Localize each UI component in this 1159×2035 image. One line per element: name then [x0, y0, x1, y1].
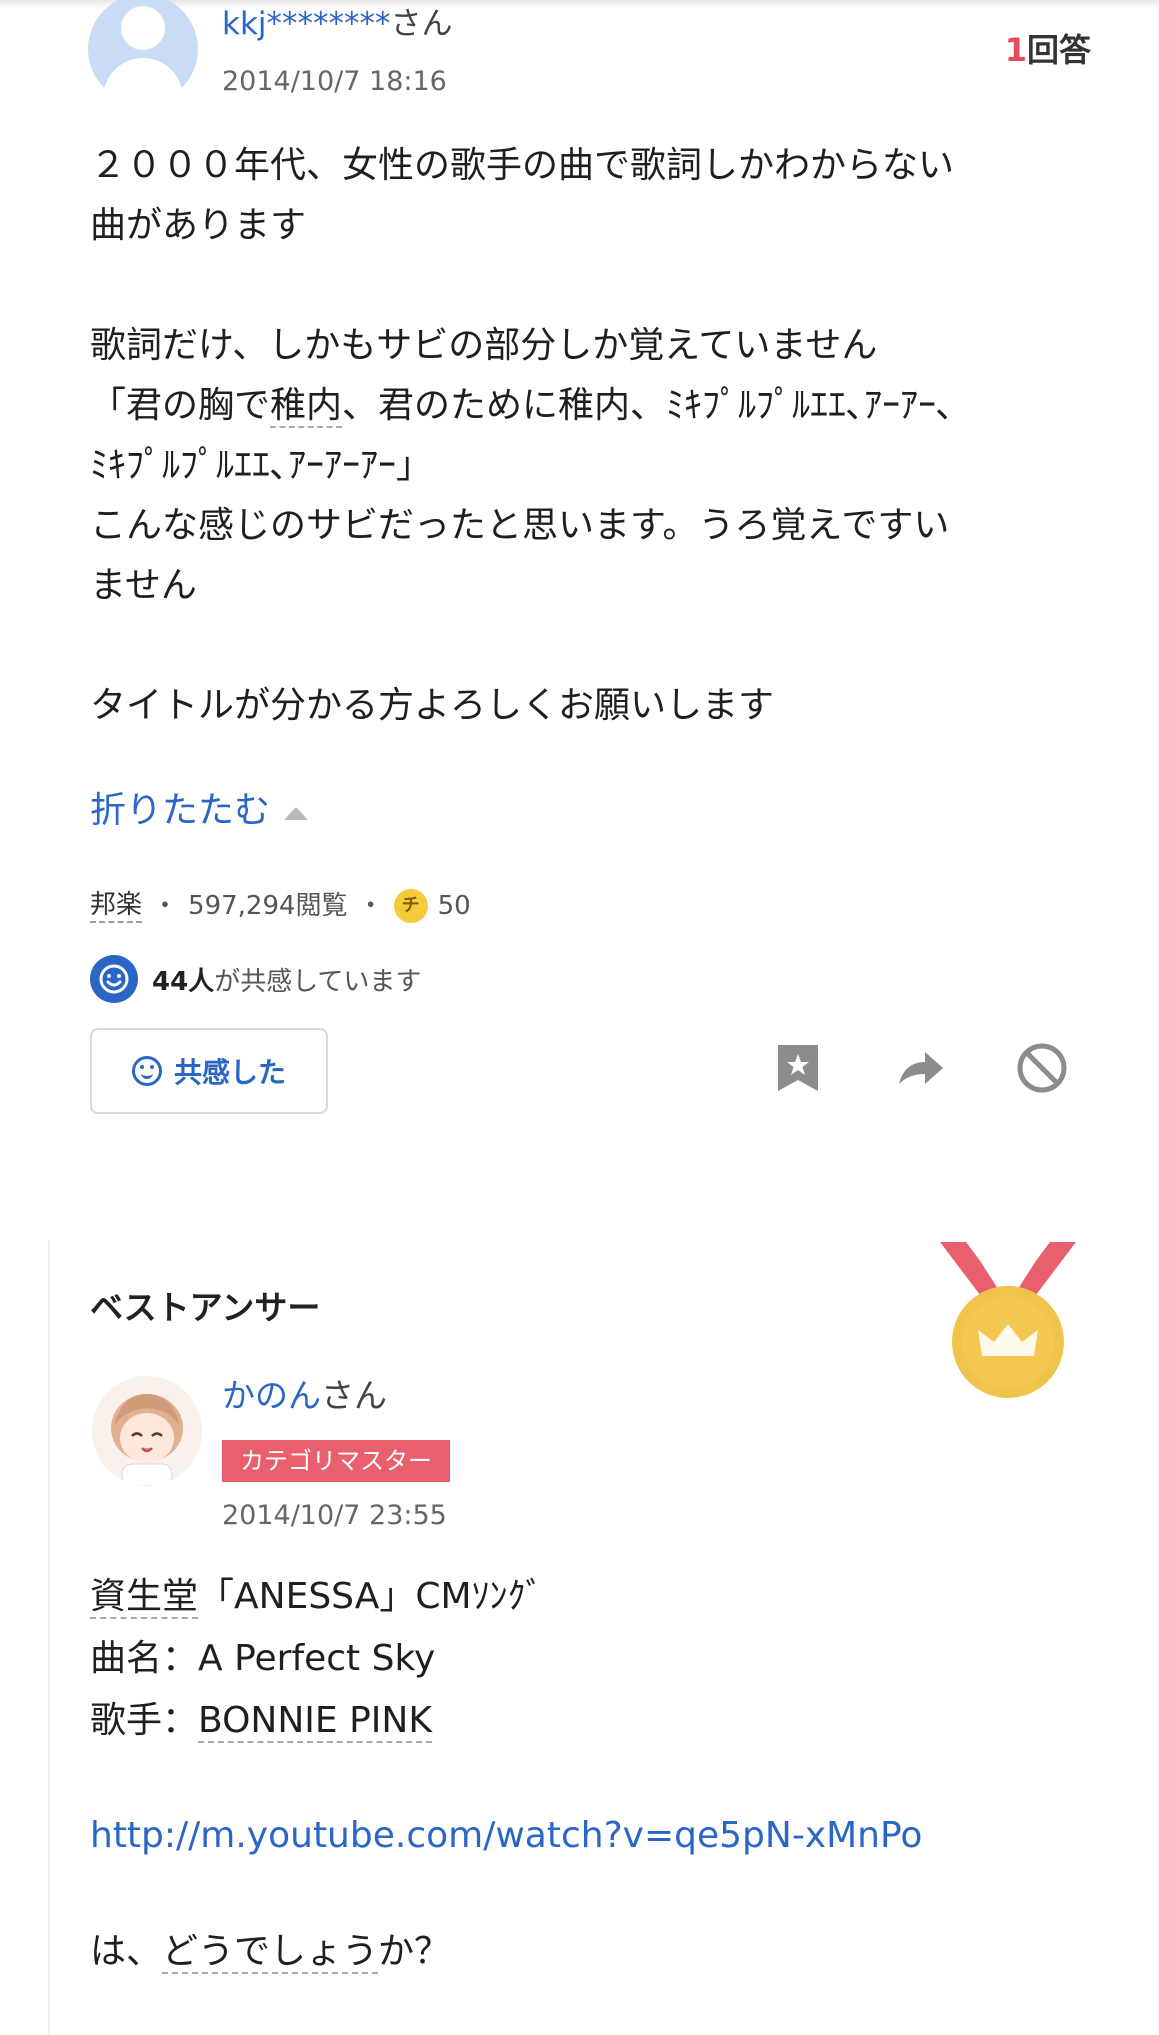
answer-body: 資生堂「ANESSA」CMｿﾝｸﾞ 曲名：A Perfect Sky 歌手：BO… [90, 1566, 1080, 1752]
questioner-avatar[interactable] [88, 0, 198, 104]
view-count: 597,294閲覧 [188, 891, 348, 921]
keyword-link[interactable]: BONNIE PINK [198, 1700, 432, 1743]
keyword-link[interactable]: どうでしょう [162, 1931, 379, 1974]
category-link[interactable]: 邦楽 [90, 889, 143, 923]
question-line: ２０００年代、女性の歌手の曲で歌詞しかわからない [90, 145, 955, 186]
answer-line: は、どうでしょうか？ [90, 1931, 451, 1974]
youtube-link[interactable]: http://m.youtube.com/watch?v=qe5pN-xMnPo [90, 1808, 922, 1864]
triangle-up-icon [284, 806, 309, 820]
answerer-avatar[interactable] [92, 1376, 202, 1486]
empathy-summary: 44人が共感しています [90, 955, 421, 1003]
answerer-username[interactable]: かのん [222, 1376, 321, 1415]
question-line: こんな感じのサビだったと思います。うろ覚えですい [90, 505, 950, 546]
meta-dot: ・ [152, 891, 179, 921]
question-line: ﾐｷﾌﾟﾙﾌﾟﾙｴｴ､ｱｰｱｰｱｰ」 [90, 445, 432, 486]
answer-line: 曲名：A Perfect Sky [90, 1638, 436, 1679]
fold-toggle[interactable]: 折りたたむ [90, 786, 309, 836]
questioner-username[interactable]: kkj******** [222, 6, 391, 42]
smile-outline-icon [131, 1056, 162, 1086]
answer-date: 2014/10/7 23:55 [222, 1500, 447, 1531]
keyword-link[interactable]: 稚内 [270, 385, 343, 428]
question-meta: 邦楽 ・ 597,294閲覧 ・ チ 50 [90, 886, 471, 926]
block-icon[interactable] [1014, 1040, 1070, 1096]
answer-count-label: 回答 [1026, 31, 1091, 69]
best-answer-title: ベストアンサー [90, 1288, 321, 1327]
empathy-count: 44人 [152, 966, 215, 997]
question-date: 2014/10/7 18:16 [222, 66, 447, 97]
question-line: 曲があります [90, 205, 307, 246]
question-line: 「君の胸で稚内、君のために稚内、ﾐｷﾌﾟﾙﾌﾟﾙｴｴ､ｱｰｱｰ､ [90, 385, 955, 428]
answer-divider [48, 1240, 50, 2035]
empathy-button[interactable]: 共感した [90, 1028, 328, 1114]
smile-icon [90, 955, 138, 1003]
keyword-link[interactable]: 資生堂 [90, 1576, 199, 1619]
category-master-badge: カテゴリマスター [222, 1440, 450, 1482]
empathy-button-label: 共感した [173, 1056, 286, 1089]
bookmark-icon[interactable] [770, 1040, 826, 1096]
gold-medal-icon [938, 1240, 1078, 1400]
answer-count-number: 1 [1004, 31, 1027, 69]
answer-count: 1回答 [1005, 28, 1091, 72]
questioner-suffix: さん [390, 6, 453, 42]
fold-label[interactable]: 折りたたむ [90, 786, 270, 836]
coin-count: 50 [437, 891, 471, 921]
answer-line: 資生堂「ANESSA」CMｿﾝｸﾞ [90, 1576, 544, 1619]
empathy-text: が共感しています [214, 966, 422, 997]
answerer-name[interactable]: かのんさん [222, 1374, 387, 1418]
question-body: ２０００年代、女性の歌手の曲で歌詞しかわからない 曲があります 歌詞だけ、しかも… [90, 136, 1080, 736]
questioner-name[interactable]: kkj********さん [222, 4, 453, 44]
answer-line: 歌手：BONNIE PINK [90, 1700, 432, 1743]
question-line: 歌詞だけ、しかもサビの部分しか覚えていません [90, 325, 878, 366]
share-icon[interactable] [892, 1040, 948, 1096]
coin-icon: チ [393, 889, 428, 923]
meta-dot: ・ [357, 891, 384, 921]
question-line: ません [90, 565, 197, 606]
question-line: タイトルが分かる方よろしくお願いします [90, 685, 775, 726]
answerer-suffix: さん [321, 1376, 387, 1415]
